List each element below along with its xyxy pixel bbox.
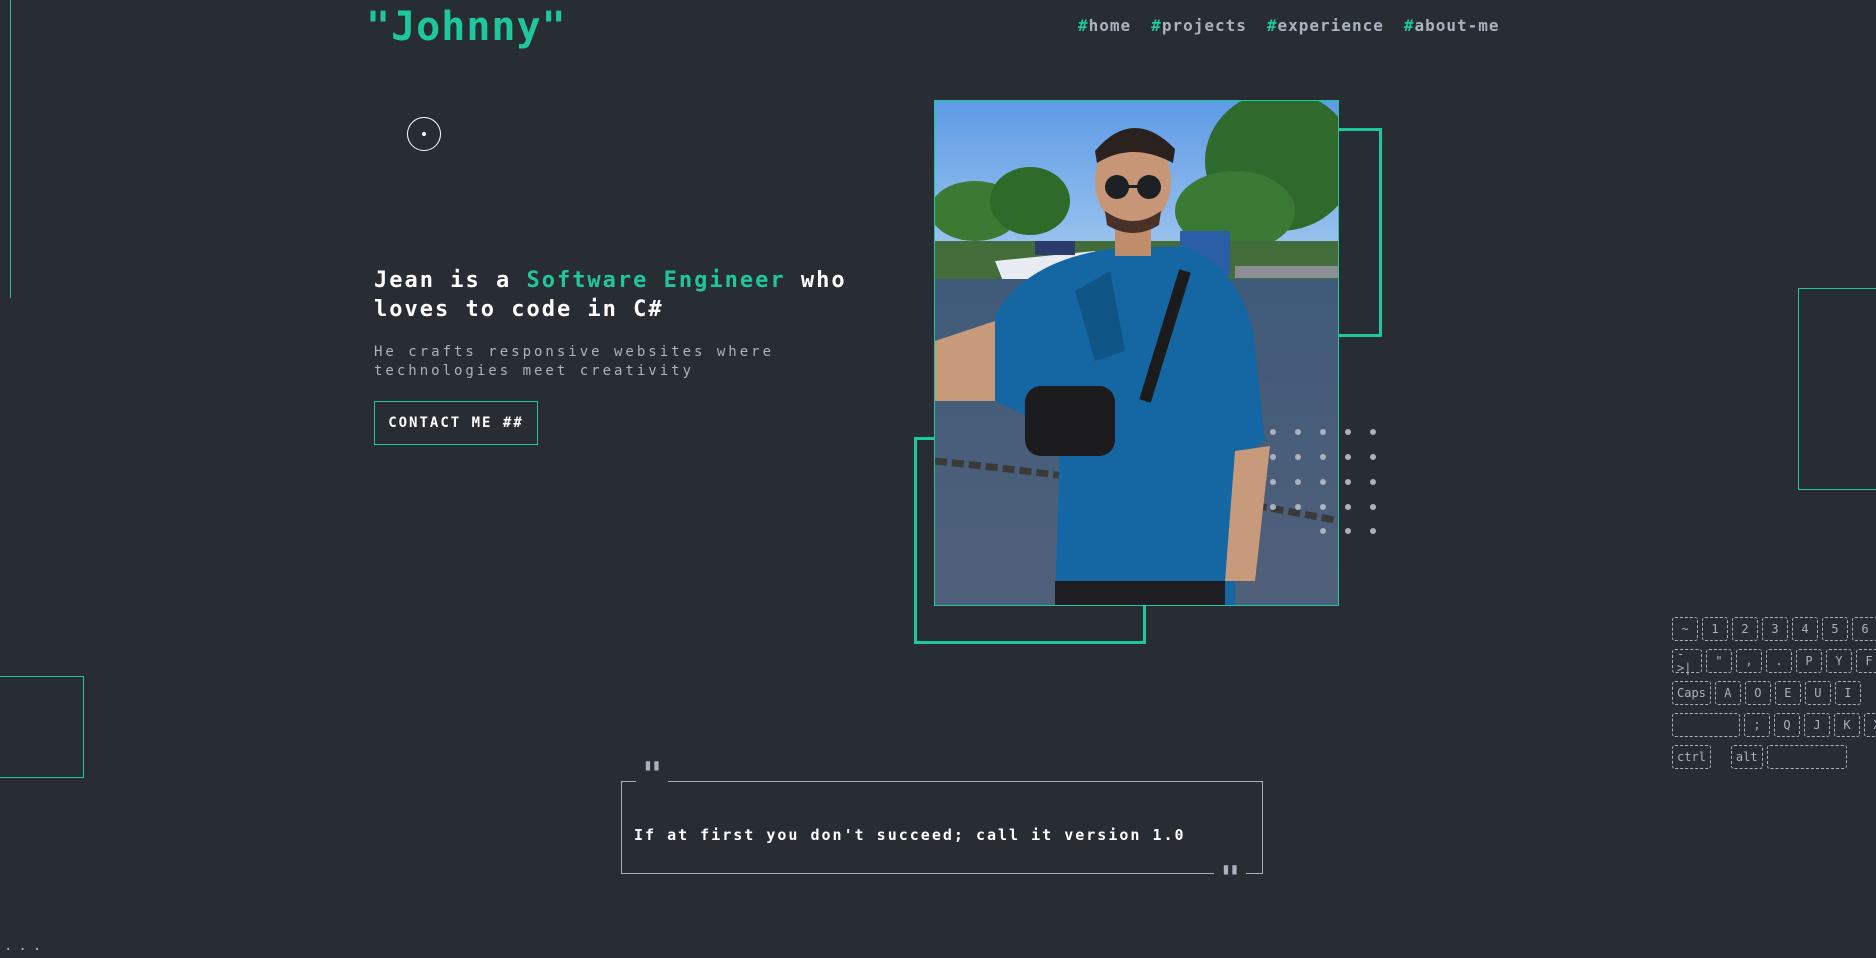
keyboard-row: Caps A O E U I — [1672, 681, 1861, 707]
hero-title-start: Jean is a — [374, 268, 527, 293]
key: Q — [1774, 713, 1800, 737]
nav-item-projects[interactable]: #projects — [1151, 16, 1247, 35]
key: A — [1714, 681, 1741, 705]
cursor-dot-icon — [422, 132, 426, 136]
key: ctrl — [1672, 745, 1711, 769]
key: ~ — [1672, 617, 1698, 641]
key: U — [1804, 681, 1831, 705]
keyboard-decoration: ~ 1 2 3 4 5 6 ->| " , . P Y F Caps A O E… — [1672, 617, 1876, 782]
key: P — [1796, 649, 1822, 673]
key: I — [1834, 681, 1861, 705]
nav-label: experience — [1277, 16, 1384, 35]
dot-grid-decoration — [1270, 429, 1376, 534]
keyboard-row: ->| " , . P Y F — [1672, 647, 1876, 675]
key: X — [1864, 713, 1876, 737]
nav-item-experience[interactable]: #experience — [1267, 16, 1384, 35]
contact-me-button[interactable]: CONTACT ME ## — [374, 401, 538, 445]
hero-title-accent: Software Engineer — [526, 268, 786, 293]
more-dots-icon: ... — [4, 938, 48, 954]
key: O — [1744, 681, 1771, 705]
decorative-box-left — [0, 676, 84, 778]
key: K — [1834, 713, 1860, 737]
key: Caps — [1672, 681, 1711, 705]
quote-close-icon: " — [1214, 862, 1247, 890]
key: , — [1736, 649, 1762, 673]
keyboard-row: ctrl alt — [1672, 745, 1847, 771]
key-space — [1766, 745, 1847, 769]
key: 3 — [1762, 617, 1788, 641]
decorative-box-right — [1798, 288, 1876, 490]
key: 1 — [1702, 617, 1728, 641]
nav-label: about-me — [1414, 16, 1500, 35]
quote-text: If at first you don't succeed; call it v… — [634, 826, 1186, 844]
key: J — [1804, 713, 1830, 737]
key-shift — [1672, 713, 1740, 737]
key: 4 — [1792, 617, 1818, 641]
nav-hash: # — [1403, 16, 1415, 35]
key: ; — [1744, 713, 1770, 737]
quote-open-icon: " — [636, 758, 669, 786]
main-nav: #home #projects #experience #about-me — [1078, 16, 1500, 35]
key: alt — [1730, 745, 1763, 769]
key: . — [1766, 649, 1792, 673]
key: E — [1774, 681, 1801, 705]
hero-title: Jean is a Software Engineer who loves to… — [374, 266, 884, 324]
left-vertical-line — [10, 0, 11, 298]
logo[interactable]: "Johnny" — [366, 4, 567, 50]
nav-hash: # — [1078, 16, 1089, 35]
key: Y — [1826, 649, 1852, 673]
nav-hash: # — [1266, 16, 1278, 35]
nav-label: projects — [1161, 16, 1247, 35]
key: 5 — [1822, 617, 1848, 641]
key: F — [1856, 649, 1876, 673]
nav-hash: # — [1151, 16, 1162, 35]
key: ->| — [1672, 647, 1702, 675]
nav-item-home[interactable]: #home — [1078, 16, 1131, 35]
nav-item-about-me[interactable]: #about-me — [1404, 16, 1500, 35]
keyboard-row: ~ 1 2 3 4 5 6 — [1672, 617, 1876, 643]
key: 2 — [1732, 617, 1758, 641]
key: 6 — [1852, 617, 1876, 641]
photo-frame-right — [1337, 128, 1382, 337]
hero-subtitle: He crafts responsive websites where tech… — [374, 344, 775, 379]
keyboard-row: ; Q J K X — [1672, 713, 1876, 739]
nav-label: home — [1088, 16, 1132, 35]
key: " — [1706, 649, 1732, 673]
